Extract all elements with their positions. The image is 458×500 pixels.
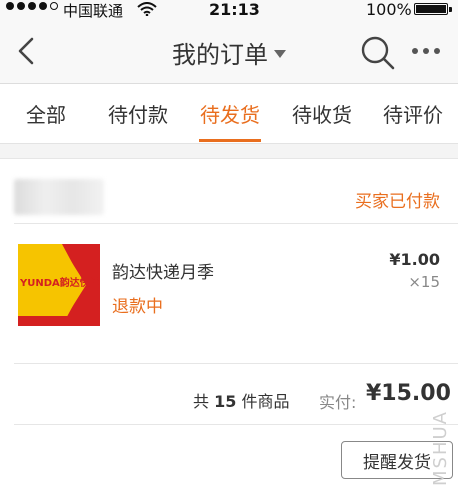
back-arrow-icon[interactable] [14,36,40,66]
quantity: ×15 [408,273,440,291]
seller-name-blurred[interactable] [14,179,104,215]
order-status: 买家已付款 [355,192,440,212]
order-card: 买家已付款 YUNDA韵达快递 韵达快递月季 退款中 ¥1.00 ×15 共 1… [0,158,458,500]
paid-label: 实付: [319,393,357,412]
page-title[interactable]: 我的订单 [172,35,268,70]
order-tabs: 全部 待付款 待发货 待收货 待评价 [0,84,458,144]
status-bar: 中国联通 21:13 100% [0,0,458,20]
tab-pending-shipment[interactable]: 待发货 [184,84,276,142]
divider [14,424,458,425]
refund-status: 退款中 [112,297,163,317]
signal-strength-icon [6,2,58,10]
thumbnail-brand-text: YUNDA韵达快递 [20,278,100,289]
divider [14,363,458,364]
unit-price: ¥1.00 [389,250,440,269]
item-count: 共 15 件商品 [193,392,290,411]
caret-down-icon[interactable] [274,49,286,58]
wifi-icon [137,2,157,16]
battery-icon [414,3,448,15]
tab-all[interactable]: 全部 [0,84,92,142]
carrier-name: 中国联通 [63,2,124,20]
remind-shipment-button[interactable]: 提醒发货 [341,441,453,479]
search-icon[interactable] [360,35,396,71]
navigation-bar: 我的订单 [0,20,458,84]
active-tab-indicator [199,139,261,142]
more-options-icon[interactable] [412,48,442,58]
status-time: 21:13 [209,0,260,19]
tab-pending-payment[interactable]: 待付款 [92,84,184,142]
tab-pending-review[interactable]: 待评价 [368,84,458,142]
divider [14,223,458,224]
paid-amount: ¥15.00 [366,381,451,406]
product-thumbnail[interactable]: YUNDA韵达快递 [18,244,100,326]
product-name[interactable]: 韵达快递月季 [112,258,214,283]
battery-percentage: 100% [366,0,412,19]
thumbnail-footer [18,316,100,326]
battery-nub [449,7,452,12]
tab-pending-receipt[interactable]: 待收货 [276,84,368,142]
